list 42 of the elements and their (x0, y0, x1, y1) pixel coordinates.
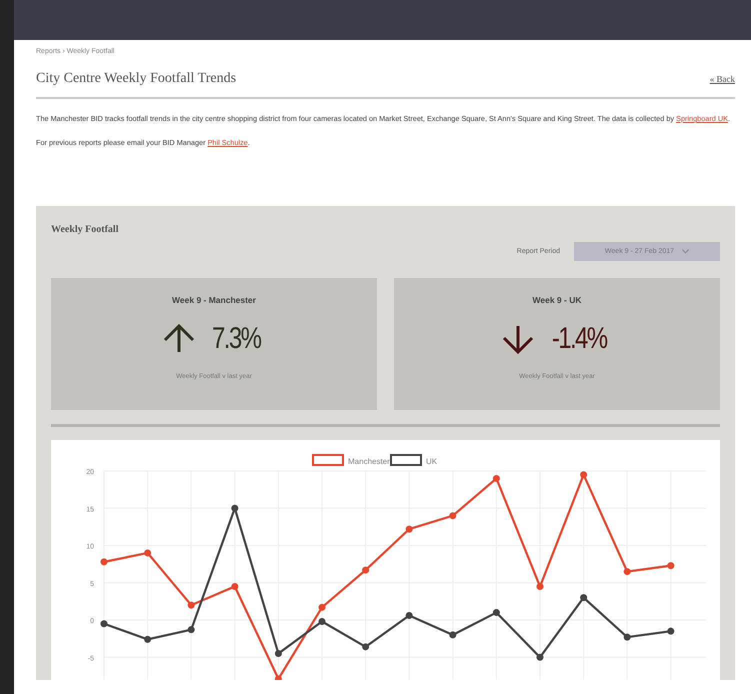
data-point (100, 558, 108, 566)
data-point (231, 582, 238, 590)
data-point (362, 643, 370, 650)
data-point (100, 620, 108, 628)
data-point (144, 549, 152, 556)
legend-label[interactable]: Manchester (348, 457, 390, 466)
card-heading: Week 9 - UK (532, 295, 582, 305)
data-point (406, 612, 413, 620)
caret-icon (682, 249, 690, 254)
data-point (624, 634, 631, 641)
data-point (318, 618, 326, 625)
data-point (231, 504, 238, 512)
data-point (667, 562, 674, 570)
data-point (492, 474, 500, 482)
panel-title: Weekly Footfall (51, 224, 120, 235)
data-point (449, 512, 456, 520)
data-point (362, 566, 370, 574)
page-title: City Centre Weekly Footfall Trends (36, 71, 236, 87)
legend-label[interactable]: UK (426, 457, 438, 466)
back-link[interactable]: « Back (710, 74, 735, 84)
legend-swatch (312, 454, 344, 466)
data-point (580, 471, 588, 478)
card-heading: Week 9 - Manchester (172, 295, 256, 305)
data-point (580, 594, 588, 602)
data-point (536, 582, 544, 590)
up-arrow-icon (162, 324, 196, 354)
percent-value: 7.3% (212, 322, 260, 356)
data-point (406, 526, 413, 533)
data-point (492, 609, 500, 616)
legend-swatch (390, 454, 422, 466)
data-point (536, 654, 544, 661)
data-point (274, 675, 282, 680)
data-point (318, 604, 326, 611)
down-arrow-icon (500, 324, 535, 354)
data-point (449, 631, 456, 638)
data-point (188, 626, 195, 634)
data-point (667, 628, 674, 635)
data-point (274, 650, 282, 658)
data-point (624, 568, 631, 576)
data-point (144, 636, 152, 643)
data-point (188, 602, 195, 609)
percent-value: -1.4% (552, 322, 606, 356)
